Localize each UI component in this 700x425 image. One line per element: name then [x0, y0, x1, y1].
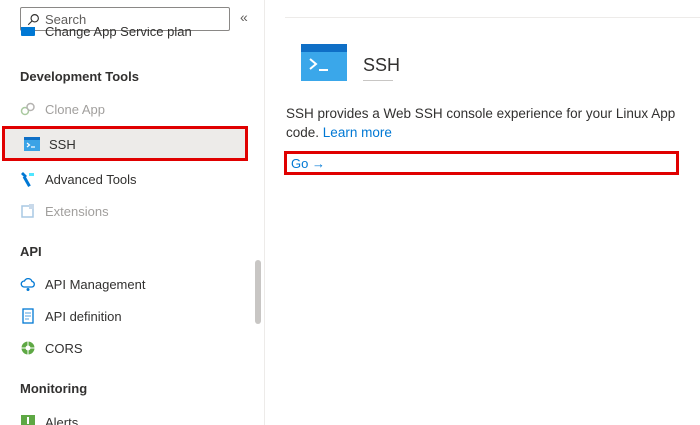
plan-icon — [20, 27, 36, 39]
sidebar-item-label: Alerts — [45, 414, 79, 425]
extensions-icon — [20, 203, 36, 219]
search-input[interactable] — [45, 11, 215, 27]
console-icon — [24, 137, 40, 156]
clone-icon — [20, 101, 36, 117]
sidebar-item-label: SSH — [49, 137, 76, 152]
learn-more-link[interactable]: Learn more — [323, 125, 392, 140]
sidebar-item-api-definition[interactable]: API definition — [20, 304, 122, 328]
sidebar-item-label: Change App Service plan — [45, 27, 192, 39]
search-icon — [27, 13, 39, 25]
sidebar-item-api-management[interactable]: API Management — [20, 272, 145, 296]
sidebar-item-change-app-service-plan[interactable]: Change App Service plan — [20, 27, 192, 47]
sidebar-item-label: CORS — [45, 340, 83, 356]
sidebar-item-alerts[interactable]: Alerts — [20, 410, 78, 425]
header-divider — [285, 17, 700, 18]
sidebar-item-label: Clone App — [45, 101, 105, 117]
sidebar-scrollbar-thumb[interactable] — [255, 260, 261, 324]
sidebar-item-extensions[interactable]: Extensions — [20, 199, 109, 223]
sidebar-item-clone-app[interactable]: Clone App — [20, 97, 105, 121]
cloud-api-icon — [20, 276, 36, 292]
advanced-tools-icon — [20, 171, 36, 187]
sidebar: « Change App Service plan Development To… — [0, 0, 265, 425]
sidebar-divider — [264, 0, 265, 425]
section-header-api: API — [20, 244, 42, 259]
console-icon — [301, 44, 347, 81]
cors-icon — [20, 340, 36, 356]
collapse-sidebar-button[interactable]: « — [240, 9, 248, 25]
sidebar-item-cors[interactable]: CORS — [20, 336, 83, 360]
go-link-highlight: Go → — [284, 151, 679, 175]
sidebar-item-label: Extensions — [45, 203, 109, 219]
sidebar-item-label: API definition — [45, 308, 122, 324]
title-underline — [363, 80, 393, 81]
page-title: SSH — [363, 55, 401, 75]
section-header-monitoring: Monitoring — [20, 381, 88, 396]
sidebar-item-ssh[interactable]: SSH — [2, 126, 248, 161]
document-icon — [20, 308, 36, 324]
sidebar-item-advanced-tools[interactable]: Advanced Tools — [20, 167, 137, 191]
sidebar-item-label: API Management — [45, 276, 146, 292]
go-link[interactable]: Go → — [291, 156, 325, 171]
section-header-development-tools: Development Tools — [20, 69, 139, 84]
alert-icon — [20, 414, 36, 425]
sidebar-item-label: Advanced Tools — [45, 171, 137, 187]
description: SSH provides a Web SSH console experienc… — [286, 104, 696, 142]
